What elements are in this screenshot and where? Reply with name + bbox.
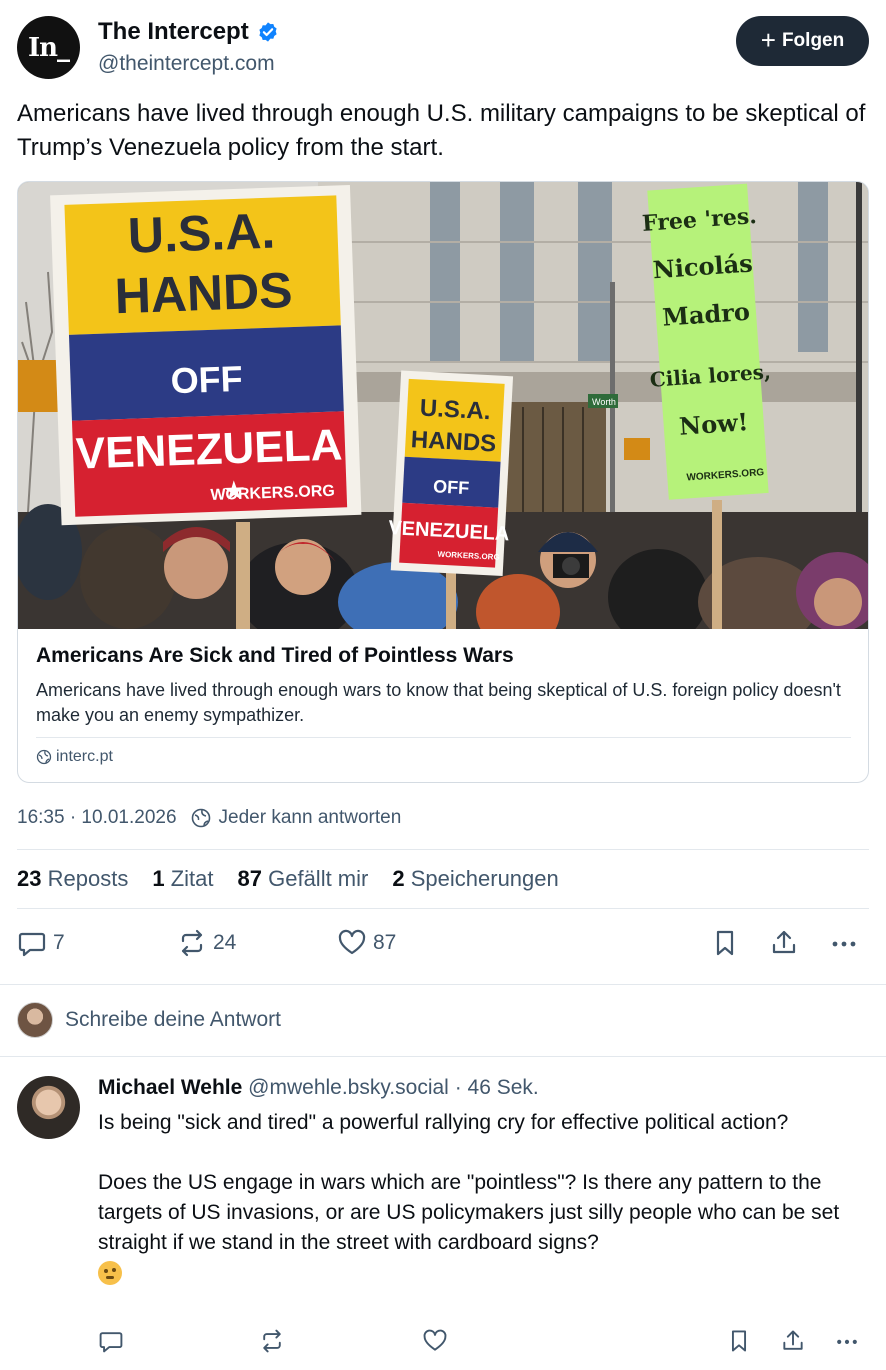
divider xyxy=(0,984,886,985)
stat-label: Gefällt mir xyxy=(268,866,369,891)
author-avatar[interactable]: In_ xyxy=(17,16,80,79)
big-sign-line4: VENEZUELA xyxy=(75,420,343,478)
heart-icon xyxy=(338,929,366,955)
post-timestamp: 16:35 · 10.01.2026 xyxy=(17,807,177,828)
post-text: Americans have lived through enough U.S.… xyxy=(17,100,866,161)
stat-label: Speicherungen xyxy=(410,866,559,891)
avatar-logo-text: In_ xyxy=(27,32,70,63)
globe-icon xyxy=(191,808,210,828)
reply-header: Michael Wehle @mwehle.bsky.social · 46 S… xyxy=(98,1076,539,1100)
reply-author-handle[interactable]: @mwehle.bsky.social xyxy=(248,1076,449,1099)
reply-reply-button[interactable] xyxy=(98,1328,124,1354)
stat-quotes[interactable]: 1 Zitat xyxy=(152,866,213,892)
protest-photo: Worth U.S.A. HANDS OFF VENEZUELA WORKERS… xyxy=(18,182,868,629)
reply-permission[interactable]: Jeder kann antworten xyxy=(191,807,402,829)
stat-count: 23 xyxy=(17,866,42,891)
big-sign-line3: OFF xyxy=(170,358,243,401)
more-icon xyxy=(837,1339,857,1344)
reply-more-button[interactable] xyxy=(834,1328,860,1354)
reply-text: Is being "sick and tired" a powerful ral… xyxy=(98,1108,868,1288)
plus-icon: + xyxy=(760,24,776,55)
small-sign-line3: OFF xyxy=(433,476,470,498)
reply-bookmark-button[interactable] xyxy=(726,1328,752,1354)
reply-permission-text: Jeder kann antworten xyxy=(218,807,402,828)
stat-count: 2 xyxy=(392,866,405,891)
globe-icon xyxy=(36,749,52,765)
repost-icon xyxy=(181,929,203,957)
more-icon xyxy=(832,941,856,947)
thinking-face-emoji-icon xyxy=(98,1261,122,1286)
repost-icon xyxy=(263,1329,281,1353)
svg-text:★: ★ xyxy=(222,476,246,507)
divider xyxy=(17,908,869,909)
more-options-button[interactable] xyxy=(829,928,859,958)
post-stats: 23 Reposts 1 Zitat 87 Gefällt mir 2 Spei… xyxy=(17,866,559,892)
repost-count: 24 xyxy=(213,931,237,954)
card-description: Americans have lived through enough wars… xyxy=(36,680,841,725)
reply-repost-button[interactable] xyxy=(259,1328,285,1354)
reply-time[interactable]: · 46 Sek. xyxy=(455,1076,539,1099)
green-sign-line3: Madro xyxy=(661,297,750,332)
reply-button[interactable]: 7 xyxy=(17,928,65,958)
card-divider xyxy=(36,737,851,738)
share-button[interactable] xyxy=(769,928,799,958)
street-sign-text: Worth xyxy=(592,397,616,407)
post-meta: 16:35 · 10.01.2026 Jeder kann antworten xyxy=(17,807,401,829)
author-name[interactable]: The Intercept xyxy=(98,18,279,46)
comment-icon xyxy=(18,932,46,957)
card-domain: interc.pt xyxy=(36,748,113,766)
bookmark-icon xyxy=(716,930,734,956)
big-sign-line1: U.S.A. xyxy=(127,203,276,264)
reply-paragraph: Is being "sick and tired" a powerful ral… xyxy=(98,1111,789,1134)
like-button[interactable]: 87 xyxy=(337,928,396,958)
post-action-bar: 7 24 87 xyxy=(17,928,869,964)
divider xyxy=(0,1056,886,1057)
reply-count: 7 xyxy=(53,931,65,954)
stat-label: Zitat xyxy=(170,866,214,891)
reply-author-avatar[interactable] xyxy=(17,1076,80,1139)
card-image: Worth U.S.A. HANDS OFF VENEZUELA WORKERS… xyxy=(18,182,868,629)
reply-share-button[interactable] xyxy=(780,1328,806,1354)
reply-composer[interactable]: Schreibe deine Antwort xyxy=(17,1002,281,1038)
green-sign-line5: Now! xyxy=(678,407,749,441)
share-icon xyxy=(783,1330,803,1350)
stat-saves[interactable]: 2 Speicherungen xyxy=(392,866,558,892)
stat-count: 87 xyxy=(237,866,262,891)
author-name-text: The Intercept xyxy=(98,18,249,45)
stat-reposts[interactable]: 23 Reposts xyxy=(17,866,128,892)
share-icon xyxy=(772,930,796,954)
divider xyxy=(17,849,869,850)
reply-placeholder: Schreibe deine Antwort xyxy=(65,1008,281,1031)
heart-icon xyxy=(423,1329,447,1351)
follow-label: Folgen xyxy=(781,30,845,51)
small-sign-line2: HANDS xyxy=(410,426,497,457)
reply-action-bar xyxy=(98,1328,868,1358)
card-title: Americans Are Sick and Tired of Pointles… xyxy=(36,644,514,667)
current-user-avatar xyxy=(17,1002,53,1038)
bookmark-button[interactable] xyxy=(710,928,740,958)
big-sign-line2: HANDS xyxy=(114,262,294,324)
link-preview-card[interactable]: Worth U.S.A. HANDS OFF VENEZUELA WORKERS… xyxy=(17,181,869,783)
like-count: 87 xyxy=(373,931,397,954)
reply-author-name[interactable]: Michael Wehle xyxy=(98,1076,242,1099)
card-domain-text: interc.pt xyxy=(56,748,113,765)
repost-button[interactable]: 24 xyxy=(177,928,236,958)
verified-badge-icon xyxy=(259,22,277,42)
stat-label: Reposts xyxy=(47,866,129,891)
stat-likes[interactable]: 87 Gefällt mir xyxy=(238,866,369,892)
author-handle[interactable]: @theintercept.com xyxy=(98,52,275,76)
small-sign-line1: U.S.A. xyxy=(419,395,491,426)
stat-count: 1 xyxy=(152,866,165,891)
bookmark-icon xyxy=(731,1330,747,1352)
reply-like-button[interactable] xyxy=(422,1328,448,1354)
reply-paragraph: Does the US engage in wars which are "po… xyxy=(98,1171,840,1254)
comment-icon xyxy=(99,1332,123,1353)
follow-button[interactable]: + Folgen xyxy=(736,16,869,66)
